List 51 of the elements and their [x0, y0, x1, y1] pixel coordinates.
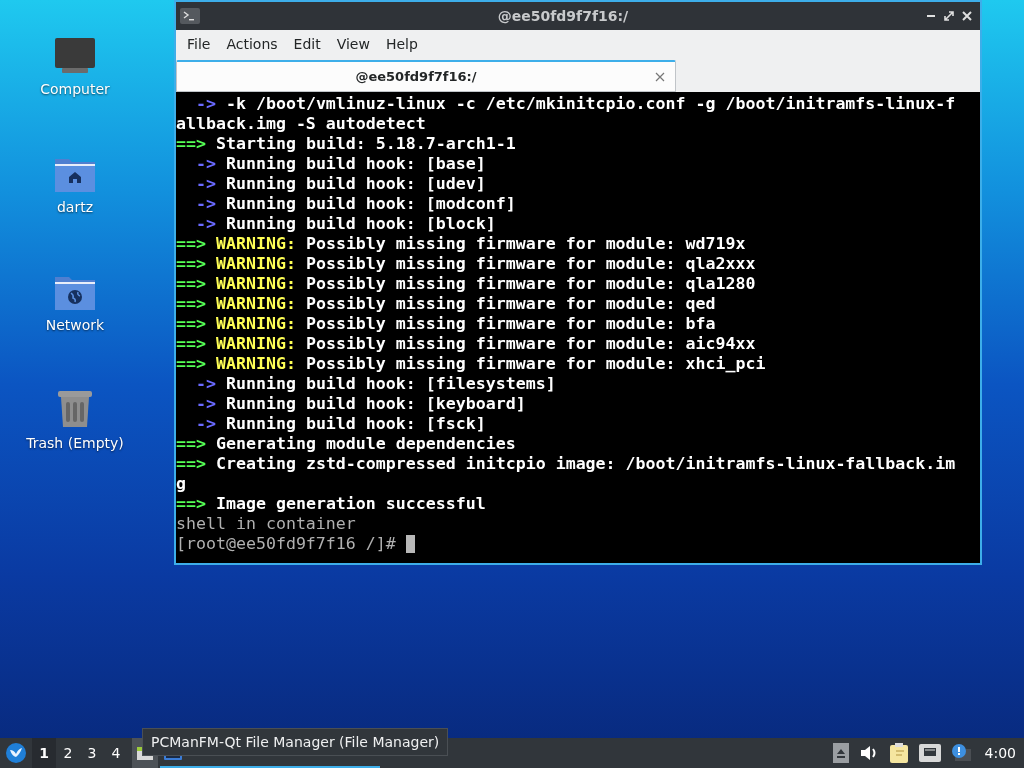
terminal-text: allback.img -S autodetect [176, 114, 426, 133]
terminal-text: Possibly missing firmware for module: wd719x [305, 234, 746, 253]
arrow-marker: ==> [176, 234, 206, 253]
terminal-text: Running build hook: [modconf] [225, 194, 516, 213]
terminal-text: Image generation successful [216, 494, 486, 513]
arrow-marker: ==> [176, 314, 206, 333]
arrow-marker: -> [196, 374, 216, 393]
terminal-text: Running build hook: [base] [225, 154, 486, 173]
terminal-text: Creating zstd-compressed initcpio image: /boot/initramfs-linux-fallback.im [216, 454, 956, 473]
arrow-marker: ==> [176, 134, 206, 153]
arrow-marker: -> [196, 194, 216, 213]
arrow-marker: ==> [176, 254, 206, 273]
arrow-marker: -> [196, 94, 216, 113]
terminal-text: Possibly missing firmware for module: qla2xxx [305, 254, 756, 273]
terminal-text: Possibly missing firmware for module: qla1280 [305, 274, 756, 293]
terminal-text: Possibly missing firmware for module: qed [305, 294, 716, 313]
terminal-text: shell in container [176, 514, 356, 533]
arrow-marker: ==> [176, 434, 206, 453]
terminal-text: Running build hook: [filesystems] [225, 374, 556, 393]
warning-label: WARNING: [216, 274, 296, 293]
terminal-text: Running build hook: [keyboard] [225, 394, 526, 413]
tooltip: PCManFM-Qt File Manager (File Manager) [142, 728, 449, 756]
terminal-text: Generating module dependencies [216, 434, 516, 453]
terminal-text: Starting build: 5.18.7-arch1-1 [216, 134, 516, 153]
terminal-text: g [176, 474, 186, 493]
arrow-marker: ==> [176, 334, 206, 353]
terminal-text: Possibly missing firmware for module: bfa [305, 314, 716, 333]
window-title: @ee50fd9f7f16:/ [496, 6, 630, 26]
warning-label: WARNING: [216, 254, 296, 273]
arrow-marker: ==> [176, 294, 206, 313]
warning-label: WARNING: [216, 334, 296, 353]
terminal-text: Possibly missing firmware for module: xhci_pci [305, 354, 766, 373]
warning-label: WARNING: [216, 354, 296, 373]
arrow-marker: ==> [176, 494, 206, 513]
arrow-marker: -> [196, 154, 216, 173]
arrow-marker: ==> [176, 274, 206, 293]
terminal-text: Running build hook: [fsck] [225, 414, 486, 433]
warning-label: WARNING: [216, 234, 296, 253]
terminal-text: Possibly missing firmware for module: aic94xx [305, 334, 756, 353]
arrow-marker: -> [196, 394, 216, 413]
arrow-marker: -> [196, 414, 216, 433]
terminal-text: -k /boot/vmlinuz-linux -c /etc/mkinitcpio.conf -g /boot/initramfs-linux-f [225, 94, 956, 113]
shell-prompt: [root@ee50fd9f7f16 /]# [176, 534, 396, 554]
warning-label: WARNING: [216, 294, 296, 313]
warning-label: WARNING: [216, 314, 296, 333]
terminal-text: Running build hook: [block] [225, 214, 496, 233]
arrow-marker: -> [196, 214, 216, 233]
terminal-text: Running build hook: [udev] [225, 174, 486, 193]
arrow-marker: ==> [176, 354, 206, 373]
arrow-marker: -> [196, 174, 216, 193]
arrow-marker: ==> [176, 454, 206, 473]
